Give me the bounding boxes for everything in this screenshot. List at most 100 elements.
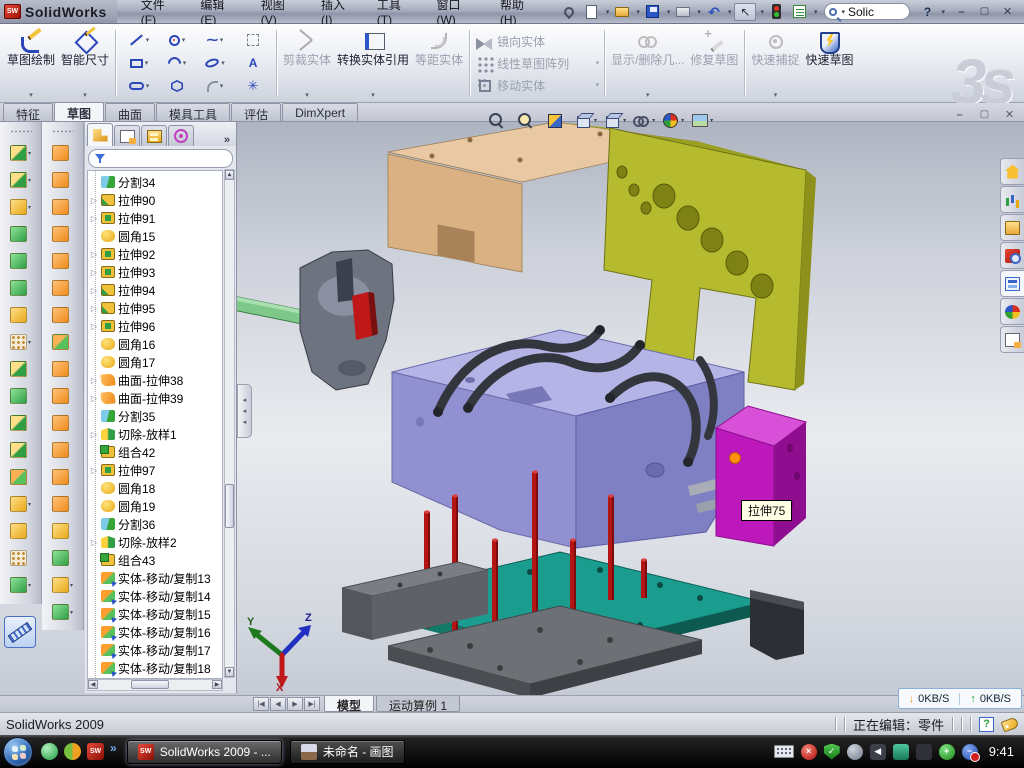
close-button[interactable] bbox=[999, 4, 1016, 19]
measure-button-pressed[interactable] bbox=[4, 616, 36, 648]
quick-tips-help-icon[interactable]: ? bbox=[979, 717, 994, 732]
tray-health-icon[interactable]: + bbox=[939, 744, 955, 760]
save-button[interactable] bbox=[643, 3, 663, 21]
scroll-thumb[interactable] bbox=[225, 484, 234, 528]
tray-antivirus-shield-icon[interactable]: ✓ bbox=[824, 744, 840, 760]
feature-tree-item[interactable]: 实体-移动/复制18 bbox=[90, 659, 222, 677]
feature-tree-item[interactable]: 切除-放样1 bbox=[90, 425, 222, 443]
mirror-select-tool[interactable] bbox=[235, 29, 271, 51]
view-tool-button[interactable]: ▾ bbox=[574, 111, 597, 129]
expand-arrow-icon[interactable] bbox=[90, 466, 98, 475]
circle-tool[interactable]: ▾ bbox=[159, 29, 195, 51]
tag-icon[interactable] bbox=[1001, 716, 1020, 732]
feature-tree-item[interactable]: 拉伸93 bbox=[90, 263, 222, 281]
feature-tree-item[interactable]: 圆角19 bbox=[90, 497, 222, 515]
chevron-down-icon[interactable]: ▾ bbox=[636, 8, 640, 16]
view-tool-button[interactable]: ▾ bbox=[661, 111, 684, 129]
tree-filter-input[interactable] bbox=[88, 149, 233, 168]
more-tabs-button[interactable]: » bbox=[220, 134, 234, 146]
chevron-down-icon[interactable]: ▾ bbox=[29, 91, 33, 99]
arc-tool[interactable]: ▾ bbox=[159, 52, 195, 74]
scroll-right-arrow[interactable]: ▶ bbox=[212, 680, 222, 689]
document-tab[interactable]: 运动算例 1 bbox=[376, 696, 460, 712]
expand-arrow-icon[interactable] bbox=[90, 304, 98, 313]
feature-tree-item[interactable]: 实体-移动/复制16 bbox=[90, 623, 222, 641]
feature-tree-item[interactable]: 组合42 bbox=[90, 443, 222, 461]
appearances-tab[interactable] bbox=[1000, 298, 1024, 325]
tray-volume-icon[interactable]: ◀ bbox=[870, 744, 886, 760]
design-library-tab[interactable] bbox=[1000, 214, 1024, 241]
view-tool-button[interactable]: ▾ bbox=[603, 111, 626, 129]
smart-dimension-button[interactable]: 智能尺寸 ▾ bbox=[58, 26, 112, 100]
property-manager-tab[interactable] bbox=[114, 125, 140, 146]
next-tab-button[interactable]: ▶ bbox=[287, 697, 303, 711]
minimize-button[interactable] bbox=[953, 4, 970, 19]
file-explorer-tab[interactable] bbox=[1000, 242, 1024, 269]
model-right-bracket[interactable] bbox=[750, 590, 804, 660]
feature-tree-item[interactable]: 实体-移动/复制15 bbox=[90, 605, 222, 623]
doc-close-button[interactable] bbox=[1001, 107, 1018, 122]
tray-update-icon[interactable] bbox=[847, 744, 863, 760]
view-tool-button[interactable]: ▾ bbox=[545, 111, 568, 129]
feature-tree-item[interactable]: 实体-移动/复制13 bbox=[90, 569, 222, 587]
feature-tree-item[interactable]: 拉伸91 bbox=[90, 209, 222, 227]
feature-tree-item[interactable]: 拉伸97 bbox=[90, 461, 222, 479]
expand-arrow-icon[interactable] bbox=[90, 214, 98, 223]
restore-button[interactable] bbox=[976, 4, 993, 19]
search-input[interactable]: Solic bbox=[848, 5, 874, 19]
view-tool-button[interactable]: ▾ bbox=[632, 111, 655, 129]
spline-tool[interactable]: ∼▾ bbox=[197, 29, 233, 51]
open-button[interactable] bbox=[612, 3, 632, 21]
tray-sync-icon[interactable]: − bbox=[962, 744, 978, 760]
model-green-bar[interactable] bbox=[228, 295, 312, 326]
feature-tree-item[interactable]: 分割34 bbox=[90, 173, 222, 191]
chevron-down-icon[interactable]: ▾ bbox=[606, 8, 610, 16]
model-side-block[interactable] bbox=[716, 406, 806, 546]
feature-tree-item[interactable]: 拉伸92 bbox=[90, 245, 222, 263]
scroll-left-arrow[interactable]: ◀ bbox=[88, 680, 98, 689]
prev-tab-button[interactable]: ◀ bbox=[270, 697, 286, 711]
view-tool-button[interactable]: ▾ bbox=[487, 111, 510, 129]
feature-manager-tab[interactable] bbox=[87, 123, 113, 146]
feature-tree-item[interactable]: 圆角16 bbox=[90, 335, 222, 353]
expand-arrow-icon[interactable] bbox=[90, 538, 98, 547]
resources-tab[interactable] bbox=[1000, 186, 1024, 213]
feature-tree-item[interactable]: 实体-移动/复制17 bbox=[90, 641, 222, 659]
feature-tree-item[interactable]: 拉伸90 bbox=[90, 191, 222, 209]
feature-tree-item[interactable]: 拉伸96 bbox=[90, 317, 222, 335]
start-button[interactable] bbox=[3, 737, 33, 767]
slot-tool[interactable]: ▾ bbox=[121, 75, 157, 97]
feature-tree-item[interactable]: 切除-放样2 bbox=[90, 533, 222, 551]
tray-network-warning-icon[interactable] bbox=[916, 744, 932, 760]
expand-arrow-icon[interactable] bbox=[90, 286, 98, 295]
quicklaunch-app-icon[interactable] bbox=[64, 743, 81, 760]
tray-security-alert-icon[interactable]: × bbox=[801, 744, 817, 760]
chevron-down-icon[interactable]: ▾ bbox=[667, 8, 671, 16]
expand-arrow-icon[interactable] bbox=[90, 196, 98, 205]
doc-restore-button[interactable] bbox=[976, 107, 993, 122]
tree-vertical-scrollbar[interactable]: ▲ ▼ bbox=[224, 169, 235, 678]
chevron-down-icon[interactable]: ▾ bbox=[760, 8, 764, 16]
search-box[interactable]: ▾ Solic bbox=[824, 3, 910, 20]
rebuild-button[interactable] bbox=[767, 3, 787, 21]
command-tab[interactable]: DimXpert bbox=[282, 103, 358, 121]
line-tool[interactable]: ▾ bbox=[121, 29, 157, 51]
view-tool-button[interactable]: ▾ bbox=[690, 111, 713, 129]
chevron-down-icon[interactable]: ▾ bbox=[814, 8, 818, 16]
expand-arrow-icon[interactable] bbox=[90, 250, 98, 259]
taskbar-window-button[interactable]: 未命名 - 画图 bbox=[290, 740, 405, 764]
input-method-keyboard-icon[interactable] bbox=[774, 745, 794, 758]
point-tool[interactable]: ✳ bbox=[235, 75, 271, 97]
quicklaunch-more-chevron[interactable]: » bbox=[110, 741, 117, 755]
feature-tree-item[interactable]: 组合43 bbox=[90, 551, 222, 569]
new-document-button[interactable] bbox=[582, 3, 602, 21]
chevron-down-icon[interactable]: ▾ bbox=[83, 91, 87, 99]
scroll-up-arrow[interactable]: ▲ bbox=[225, 170, 234, 180]
scroll-down-arrow[interactable]: ▼ bbox=[225, 667, 234, 677]
view-palette-tab[interactable] bbox=[1000, 270, 1024, 297]
tray-connectivity-icon[interactable] bbox=[893, 744, 909, 760]
chevron-down-icon[interactable]: ▾ bbox=[841, 8, 845, 16]
select-button[interactable]: ↖ bbox=[734, 3, 756, 21]
command-tab[interactable]: 曲面 bbox=[105, 103, 155, 121]
view-tool-button[interactable]: ▾ bbox=[516, 111, 539, 129]
